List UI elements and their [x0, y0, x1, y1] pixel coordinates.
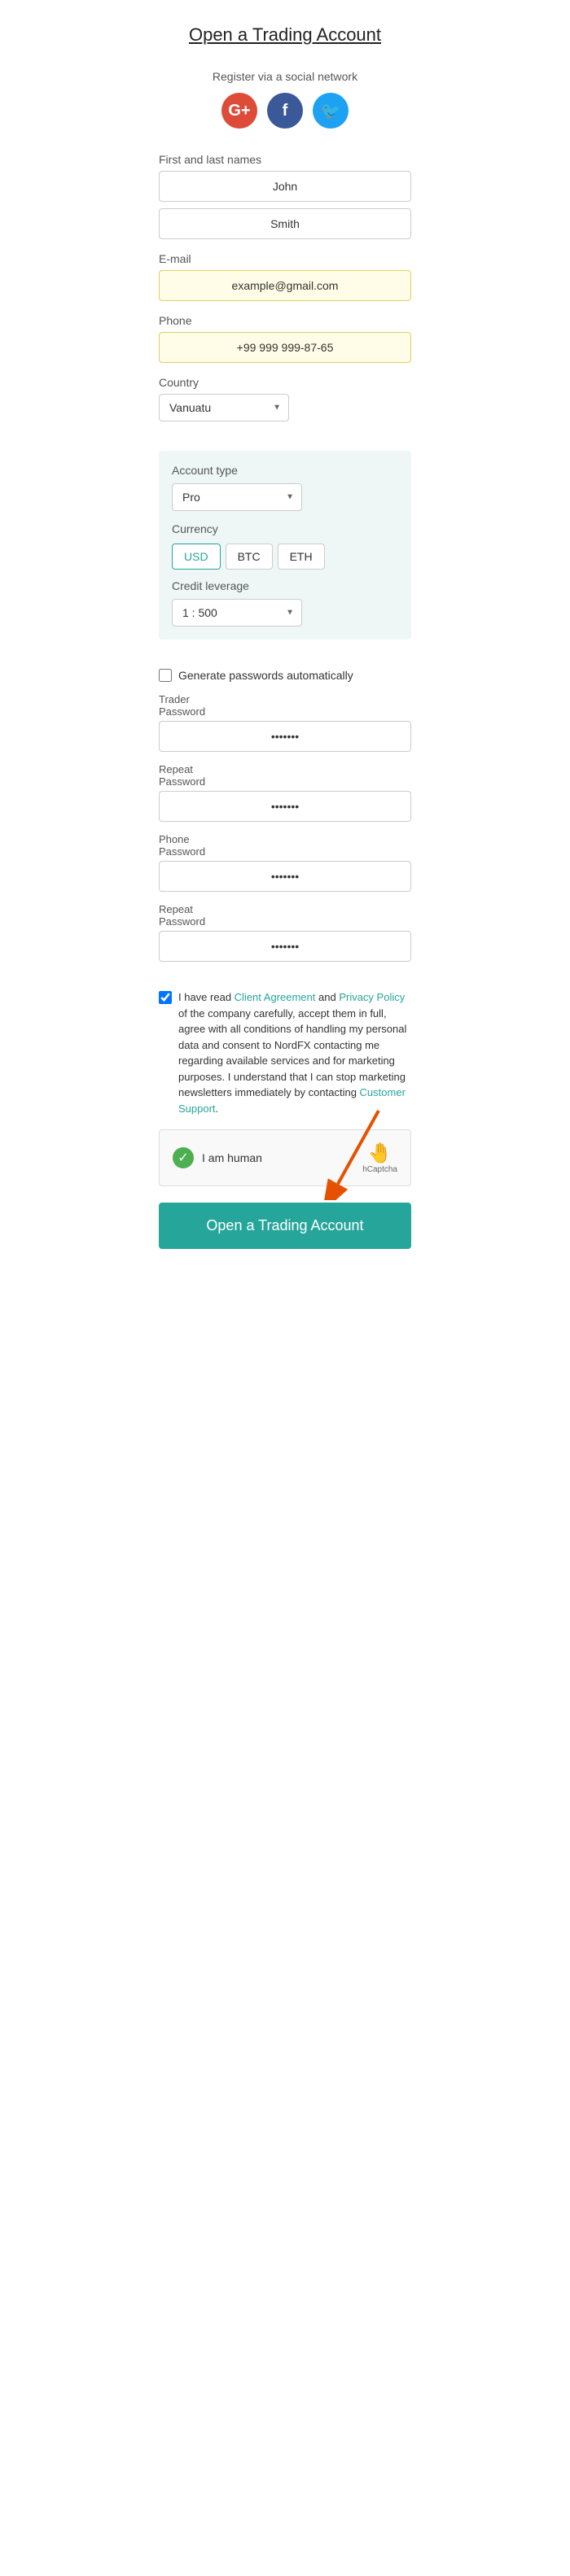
social-register-section: Register via a social network G+ f 🐦 — [159, 70, 411, 129]
trader-password-section: TraderPassword — [159, 693, 411, 752]
agreement-row: I have read Client Agreement and Privacy… — [159, 989, 411, 1116]
country-section: Country Vanuatu United States United Kin… — [159, 376, 411, 421]
currency-label: Currency — [172, 522, 398, 535]
account-type-group: Account type Pro Standard ECN — [172, 464, 398, 511]
country-select[interactable]: Vanuatu United States United Kingdom Aus… — [159, 394, 289, 421]
customer-support-link[interactable]: Customer Support — [178, 1086, 406, 1115]
currency-eth-button[interactable]: ETH — [278, 544, 325, 570]
account-type-select[interactable]: Pro Standard ECN — [172, 483, 302, 511]
leverage-section: Credit leverage 1 : 500 1 : 200 1 : 100 … — [172, 579, 398, 627]
leverage-select[interactable]: 1 : 500 1 : 200 1 : 100 1 : 50 — [172, 599, 302, 627]
twitter-button[interactable]: 🐦 — [313, 93, 349, 129]
privacy-policy-link[interactable]: Privacy Policy — [339, 991, 405, 1003]
phone-password-section: PhonePassword — [159, 833, 411, 892]
phone-section: Phone — [159, 314, 411, 363]
first-name-input[interactable] — [159, 171, 411, 202]
captcha-checkmark: ✓ — [173, 1147, 194, 1168]
names-section: First and last names — [159, 153, 411, 239]
trader-password-input[interactable] — [159, 721, 411, 752]
phone-label: Phone — [159, 314, 411, 327]
submit-area: Open a Trading Account — [159, 1203, 411, 1249]
captcha-label: I am human — [202, 1151, 262, 1164]
captcha-brand-label: hCaptcha — [362, 1165, 397, 1174]
captcha-left: ✓ I am human — [173, 1147, 262, 1168]
leverage-label: Credit leverage — [172, 579, 398, 592]
email-label: E-mail — [159, 252, 411, 265]
captcha-logo: 🤚 hCaptcha — [362, 1142, 397, 1174]
google-plus-button[interactable]: G+ — [221, 93, 257, 129]
submit-button[interactable]: Open a Trading Account — [159, 1203, 411, 1249]
captcha-icon: 🤚 — [368, 1142, 392, 1165]
generate-passwords-row: Generate passwords automatically — [159, 669, 411, 682]
account-type-label: Account type — [172, 464, 398, 477]
country-label: Country — [159, 376, 411, 389]
currency-btc-button[interactable]: BTC — [226, 544, 273, 570]
account-settings-section: Account type Pro Standard ECN Currency U… — [159, 451, 411, 640]
repeat-trader-password-input[interactable] — [159, 791, 411, 822]
last-name-input[interactable] — [159, 208, 411, 239]
agreement-text: I have read Client Agreement and Privacy… — [178, 989, 411, 1116]
client-agreement-link[interactable]: Client Agreement — [235, 991, 316, 1003]
generate-passwords-label: Generate passwords automatically — [178, 669, 353, 682]
currency-usd-button[interactable]: USD — [172, 544, 221, 570]
names-label: First and last names — [159, 153, 411, 166]
repeat-phone-password-section: RepeatPassword — [159, 903, 411, 962]
captcha-box[interactable]: ✓ I am human 🤚 hCaptcha — [159, 1129, 411, 1186]
facebook-button[interactable]: f — [267, 93, 303, 129]
account-type-select-wrapper: Pro Standard ECN — [172, 483, 302, 511]
repeat-phone-password-label: RepeatPassword — [159, 903, 411, 928]
email-input[interactable] — [159, 270, 411, 301]
generate-passwords-checkbox[interactable] — [159, 669, 172, 682]
page-title: Open a Trading Account — [159, 24, 411, 46]
agreement-checkbox[interactable] — [159, 991, 172, 1004]
leverage-select-wrapper: 1 : 500 1 : 200 1 : 100 1 : 50 — [172, 599, 302, 627]
social-label: Register via a social network — [159, 70, 411, 83]
trader-password-label: TraderPassword — [159, 693, 411, 718]
phone-password-label: PhonePassword — [159, 833, 411, 858]
phone-password-input[interactable] — [159, 861, 411, 892]
email-section: E-mail — [159, 252, 411, 301]
repeat-trader-password-label: RepeatPassword — [159, 763, 411, 788]
social-icons-group: G+ f 🐦 — [159, 93, 411, 129]
currency-group-section: Currency USD BTC ETH — [172, 522, 398, 570]
phone-input[interactable] — [159, 332, 411, 363]
country-select-wrapper: Vanuatu United States United Kingdom Aus… — [159, 394, 289, 421]
repeat-phone-password-input[interactable] — [159, 931, 411, 962]
currency-buttons: USD BTC ETH — [172, 544, 398, 570]
repeat-trader-password-section: RepeatPassword — [159, 763, 411, 822]
